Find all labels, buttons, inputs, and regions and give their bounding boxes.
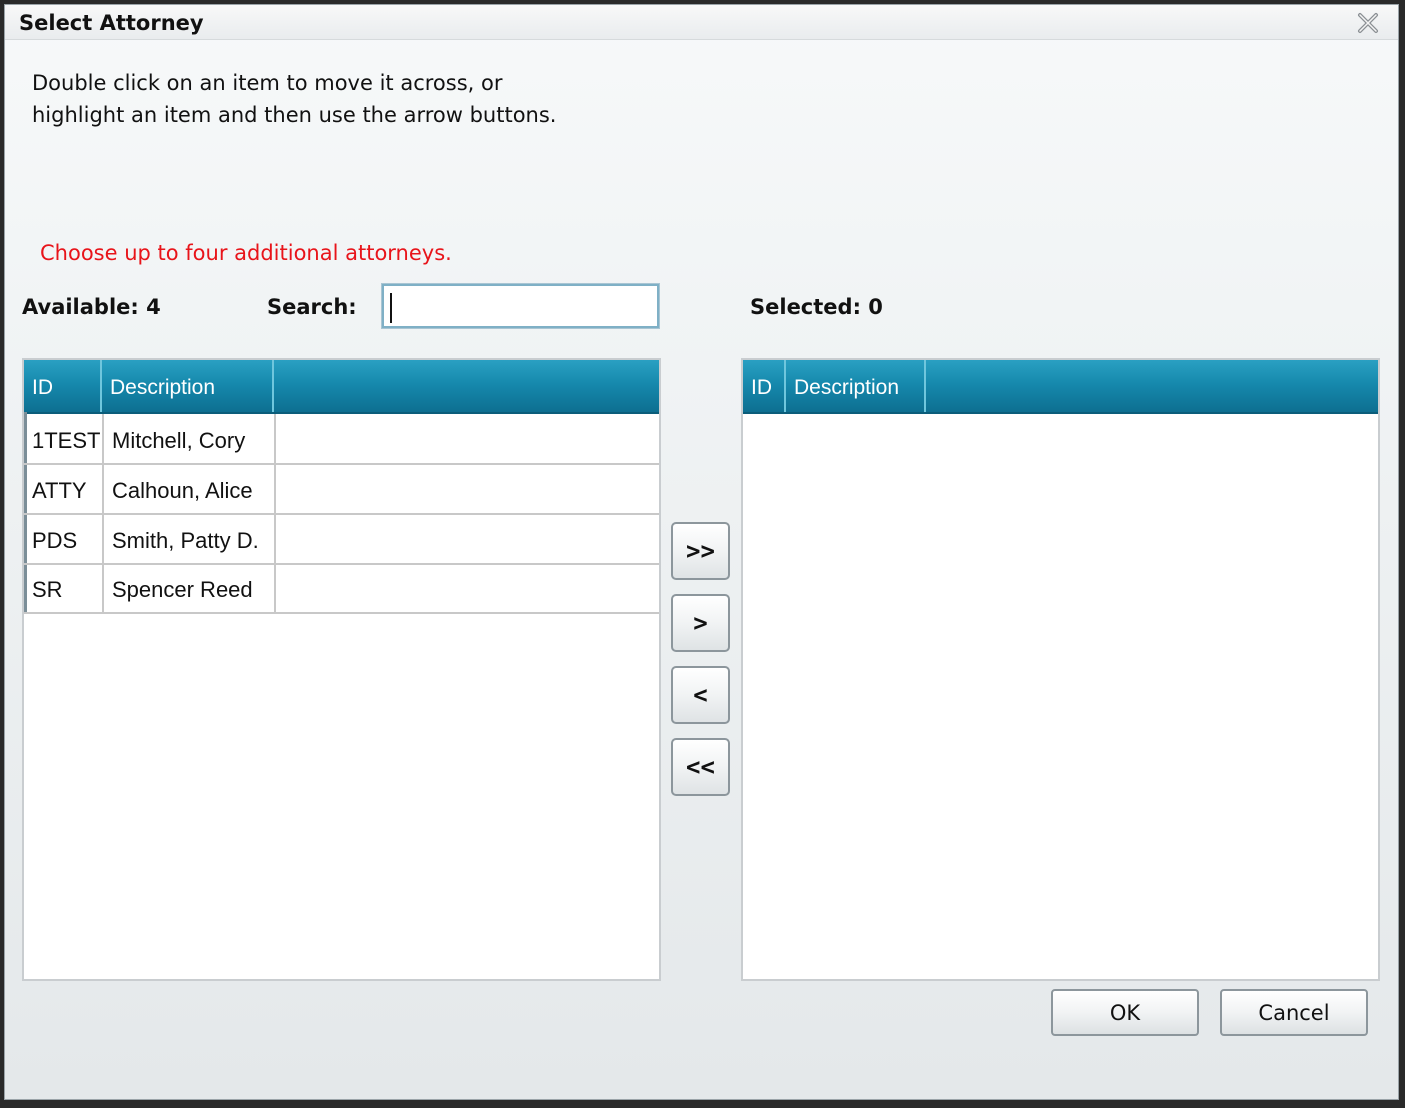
available-count-label: Available: 4 xyxy=(22,295,161,319)
table-row[interactable]: 1TEST Mitchell, Cory xyxy=(24,414,659,465)
move-right-button[interactable]: > xyxy=(671,594,730,652)
cell-id: PDS xyxy=(24,514,104,563)
column-header-description[interactable]: Description xyxy=(786,360,926,412)
column-header-description[interactable]: Description xyxy=(102,360,274,412)
available-grid: ID Description 1TEST Mitchell, Cory ATTY… xyxy=(22,358,661,981)
cell-description: Calhoun, Alice xyxy=(104,464,276,513)
selected-grid-header: ID Description xyxy=(743,360,1378,414)
dialog-title: Select Attorney xyxy=(19,11,204,35)
move-all-left-button[interactable]: << xyxy=(671,738,730,796)
column-header-id[interactable]: ID xyxy=(743,360,786,412)
close-icon[interactable] xyxy=(1356,11,1380,35)
cell-id: SR xyxy=(24,563,104,612)
text-cursor xyxy=(390,293,392,323)
cell-description: Spencer Reed xyxy=(104,563,276,612)
table-row[interactable]: PDS Smith, Patty D. xyxy=(24,514,659,565)
cell-id: ATTY xyxy=(24,464,104,513)
ok-button[interactable]: OK xyxy=(1051,989,1199,1036)
selected-grid: ID Description xyxy=(741,358,1380,981)
column-header-id[interactable]: ID xyxy=(24,360,102,412)
search-input[interactable] xyxy=(381,283,660,329)
table-row[interactable]: SR Spencer Reed xyxy=(24,563,659,614)
limit-warning: Choose up to four additional attorneys. xyxy=(40,241,452,265)
cancel-button[interactable]: Cancel xyxy=(1220,989,1368,1036)
table-row[interactable]: ATTY Calhoun, Alice xyxy=(24,464,659,515)
move-all-right-button[interactable]: >> xyxy=(671,522,730,580)
cell-id: 1TEST xyxy=(24,414,104,463)
available-grid-header: ID Description xyxy=(24,360,659,414)
cell-description: Mitchell, Cory xyxy=(104,414,276,463)
move-left-button[interactable]: < xyxy=(671,666,730,724)
title-bar: Select Attorney xyxy=(5,5,1398,40)
search-label: Search: xyxy=(267,295,357,319)
select-attorney-dialog: Select Attorney Double click on an item … xyxy=(4,4,1399,1100)
cell-description: Smith, Patty D. xyxy=(104,514,276,563)
instructions-text: Double click on an item to move it acros… xyxy=(32,71,557,127)
selected-count-label: Selected: 0 xyxy=(750,295,883,319)
